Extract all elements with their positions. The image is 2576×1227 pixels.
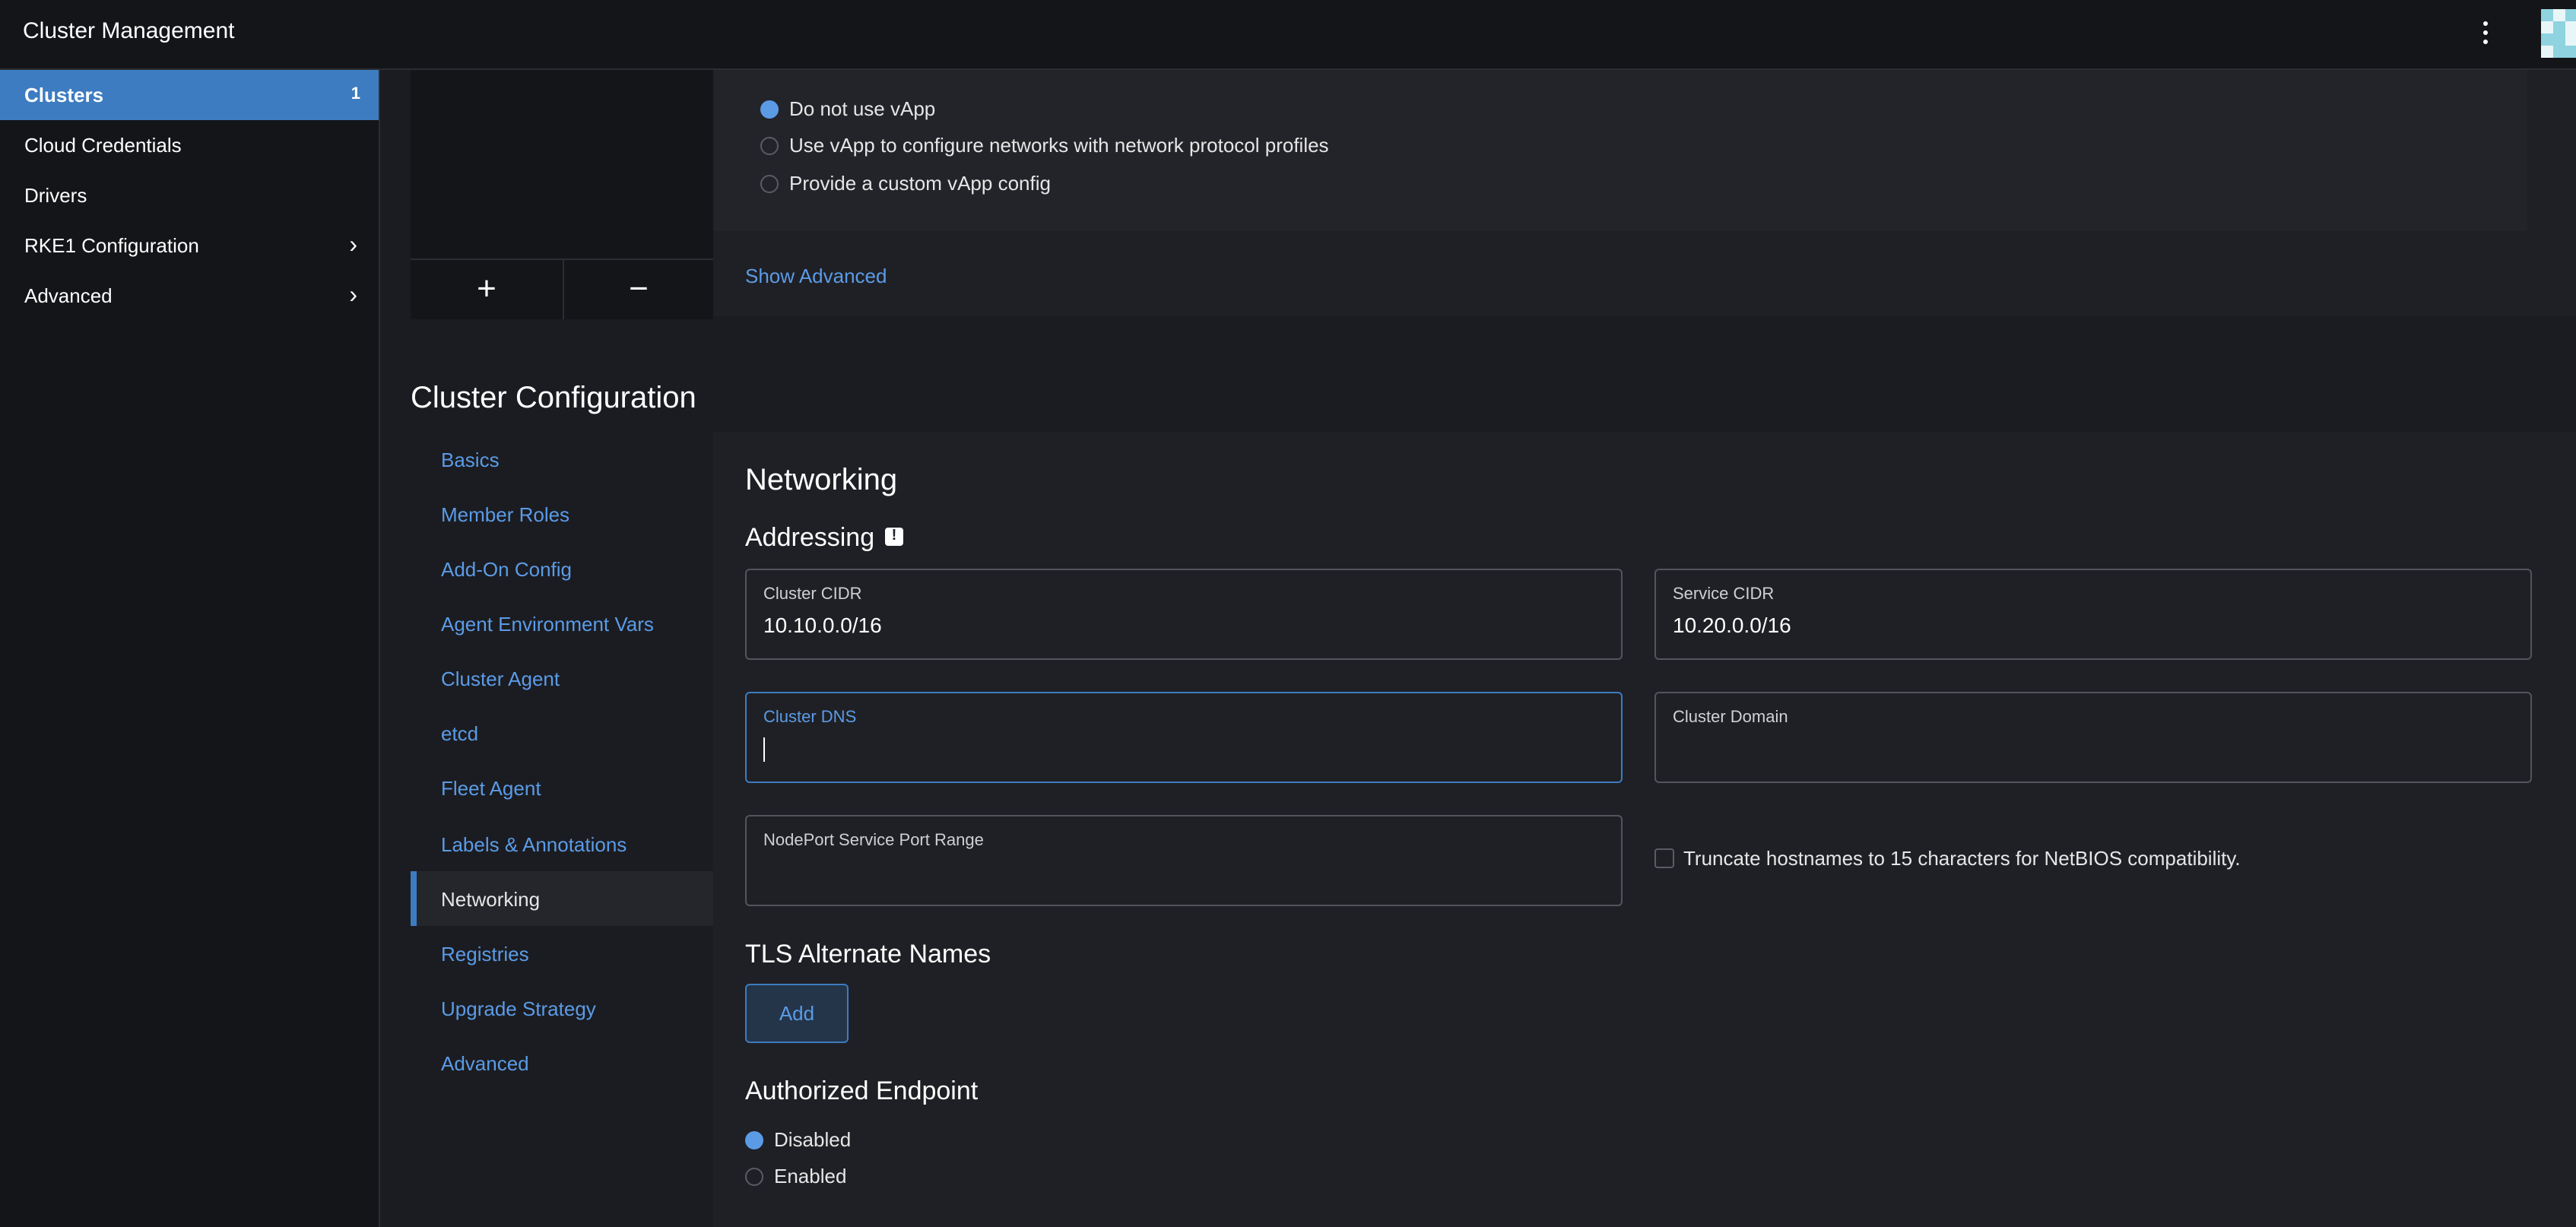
tab-member-roles[interactable]: Member Roles bbox=[441, 503, 569, 526]
field-label: Service CIDR bbox=[1673, 585, 1775, 604]
sidebar-item-label: Advanced bbox=[24, 284, 113, 307]
vapp-option-label: Do not use vApp bbox=[789, 97, 936, 120]
chevron-right-icon: › bbox=[349, 283, 357, 309]
auth-endpoint-enabled-radio[interactable] bbox=[745, 1168, 763, 1186]
cluster-domain-field[interactable]: Cluster Domain bbox=[1654, 692, 2532, 783]
tab-etcd[interactable]: etcd bbox=[441, 722, 478, 745]
cluster-configuration-title: Cluster Configuration bbox=[411, 382, 696, 415]
vapp-option-label: Use vApp to configure networks with netw… bbox=[789, 134, 1329, 157]
sidebar: Clusters 1 Cloud Credentials Drivers RKE… bbox=[0, 70, 380, 1227]
truncate-hostnames-checkbox[interactable] bbox=[1654, 848, 1674, 868]
sidebar-item-label: Clusters bbox=[24, 84, 104, 106]
tab-upgrade-strategy[interactable]: Upgrade Strategy bbox=[441, 997, 596, 1020]
tab-fleet-agent[interactable]: Fleet Agent bbox=[441, 777, 541, 800]
vapp-option-label: Provide a custom vApp config bbox=[789, 172, 1051, 195]
tab-networking[interactable]: Networking bbox=[441, 888, 540, 911]
tab-registries[interactable]: Registries bbox=[441, 943, 529, 965]
sidebar-item-cloud-credentials[interactable]: Cloud Credentials bbox=[0, 120, 379, 170]
cluster-config-nav bbox=[411, 432, 713, 1227]
cluster-dns-field[interactable]: Cluster DNS bbox=[745, 692, 1623, 783]
text-caret bbox=[763, 737, 765, 762]
auth-endpoint-disabled-radio[interactable] bbox=[745, 1131, 763, 1149]
sidebar-item-drivers[interactable]: Drivers bbox=[0, 170, 379, 220]
tab-add-on-config[interactable]: Add-On Config bbox=[441, 558, 572, 581]
tab-advanced[interactable]: Advanced bbox=[441, 1052, 529, 1075]
vapp-radio-none[interactable] bbox=[760, 100, 779, 119]
sidebar-item-clusters[interactable]: Clusters 1 bbox=[0, 70, 379, 120]
tls-alternate-names-title: TLS Alternate Names bbox=[745, 940, 991, 969]
show-advanced-link[interactable]: Show Advanced bbox=[745, 265, 887, 287]
tab-agent-environment-vars[interactable]: Agent Environment Vars bbox=[441, 613, 654, 636]
tab-basics[interactable]: Basics bbox=[441, 449, 500, 471]
vapp-radio-protocol-profiles[interactable] bbox=[760, 137, 779, 155]
field-label: Cluster Domain bbox=[1673, 709, 1788, 727]
sidebar-item-rke1-configuration[interactable]: RKE1 Configuration › bbox=[0, 220, 379, 271]
field-label: Cluster CIDR bbox=[763, 585, 862, 604]
addressing-title: Addressing bbox=[745, 523, 875, 552]
truncate-hostnames-label: Truncate hostnames to 15 characters for … bbox=[1683, 847, 2241, 870]
remove-pool-button[interactable]: − bbox=[564, 258, 713, 319]
more-options-icon[interactable] bbox=[2476, 18, 2494, 49]
radio-label: Enabled bbox=[774, 1165, 847, 1187]
count-badge: 1 bbox=[351, 85, 360, 103]
authorized-endpoint-title: Authorized Endpoint bbox=[745, 1076, 979, 1105]
vapp-radio-custom[interactable] bbox=[760, 175, 779, 193]
tab-cluster-agent[interactable]: Cluster Agent bbox=[441, 667, 560, 690]
pool-list-panel bbox=[411, 70, 713, 258]
top-bar: Cluster Management bbox=[0, 0, 2576, 70]
info-icon[interactable]: ! bbox=[885, 528, 903, 546]
sidebar-item-label: RKE1 Configuration bbox=[24, 234, 199, 257]
radio-label: Disabled bbox=[774, 1128, 852, 1151]
sidebar-item-advanced[interactable]: Advanced › bbox=[0, 271, 379, 321]
networking-title: Networking bbox=[745, 464, 898, 497]
add-tls-name-button[interactable]: Add bbox=[745, 984, 849, 1043]
chevron-right-icon: › bbox=[349, 233, 357, 258]
nodeport-range-field[interactable]: NodePort Service Port Range bbox=[745, 815, 1623, 906]
sidebar-item-label: Cloud Credentials bbox=[24, 134, 182, 157]
field-value: 10.20.0.0/16 bbox=[1673, 613, 1791, 637]
user-avatar[interactable] bbox=[2541, 9, 2576, 59]
sidebar-item-label: Drivers bbox=[24, 184, 87, 207]
add-pool-button[interactable]: + bbox=[411, 258, 564, 319]
field-value: 10.10.0.0/16 bbox=[763, 613, 882, 637]
service-cidr-field[interactable]: Service CIDR 10.20.0.0/16 bbox=[1654, 569, 2532, 660]
app-title: Cluster Management bbox=[23, 18, 235, 44]
field-label: NodePort Service Port Range bbox=[763, 832, 984, 850]
tab-labels-annotations[interactable]: Labels & Annotations bbox=[441, 833, 627, 856]
cluster-cidr-field[interactable]: Cluster CIDR 10.10.0.0/16 bbox=[745, 569, 1623, 660]
field-label: Cluster DNS bbox=[763, 709, 857, 727]
